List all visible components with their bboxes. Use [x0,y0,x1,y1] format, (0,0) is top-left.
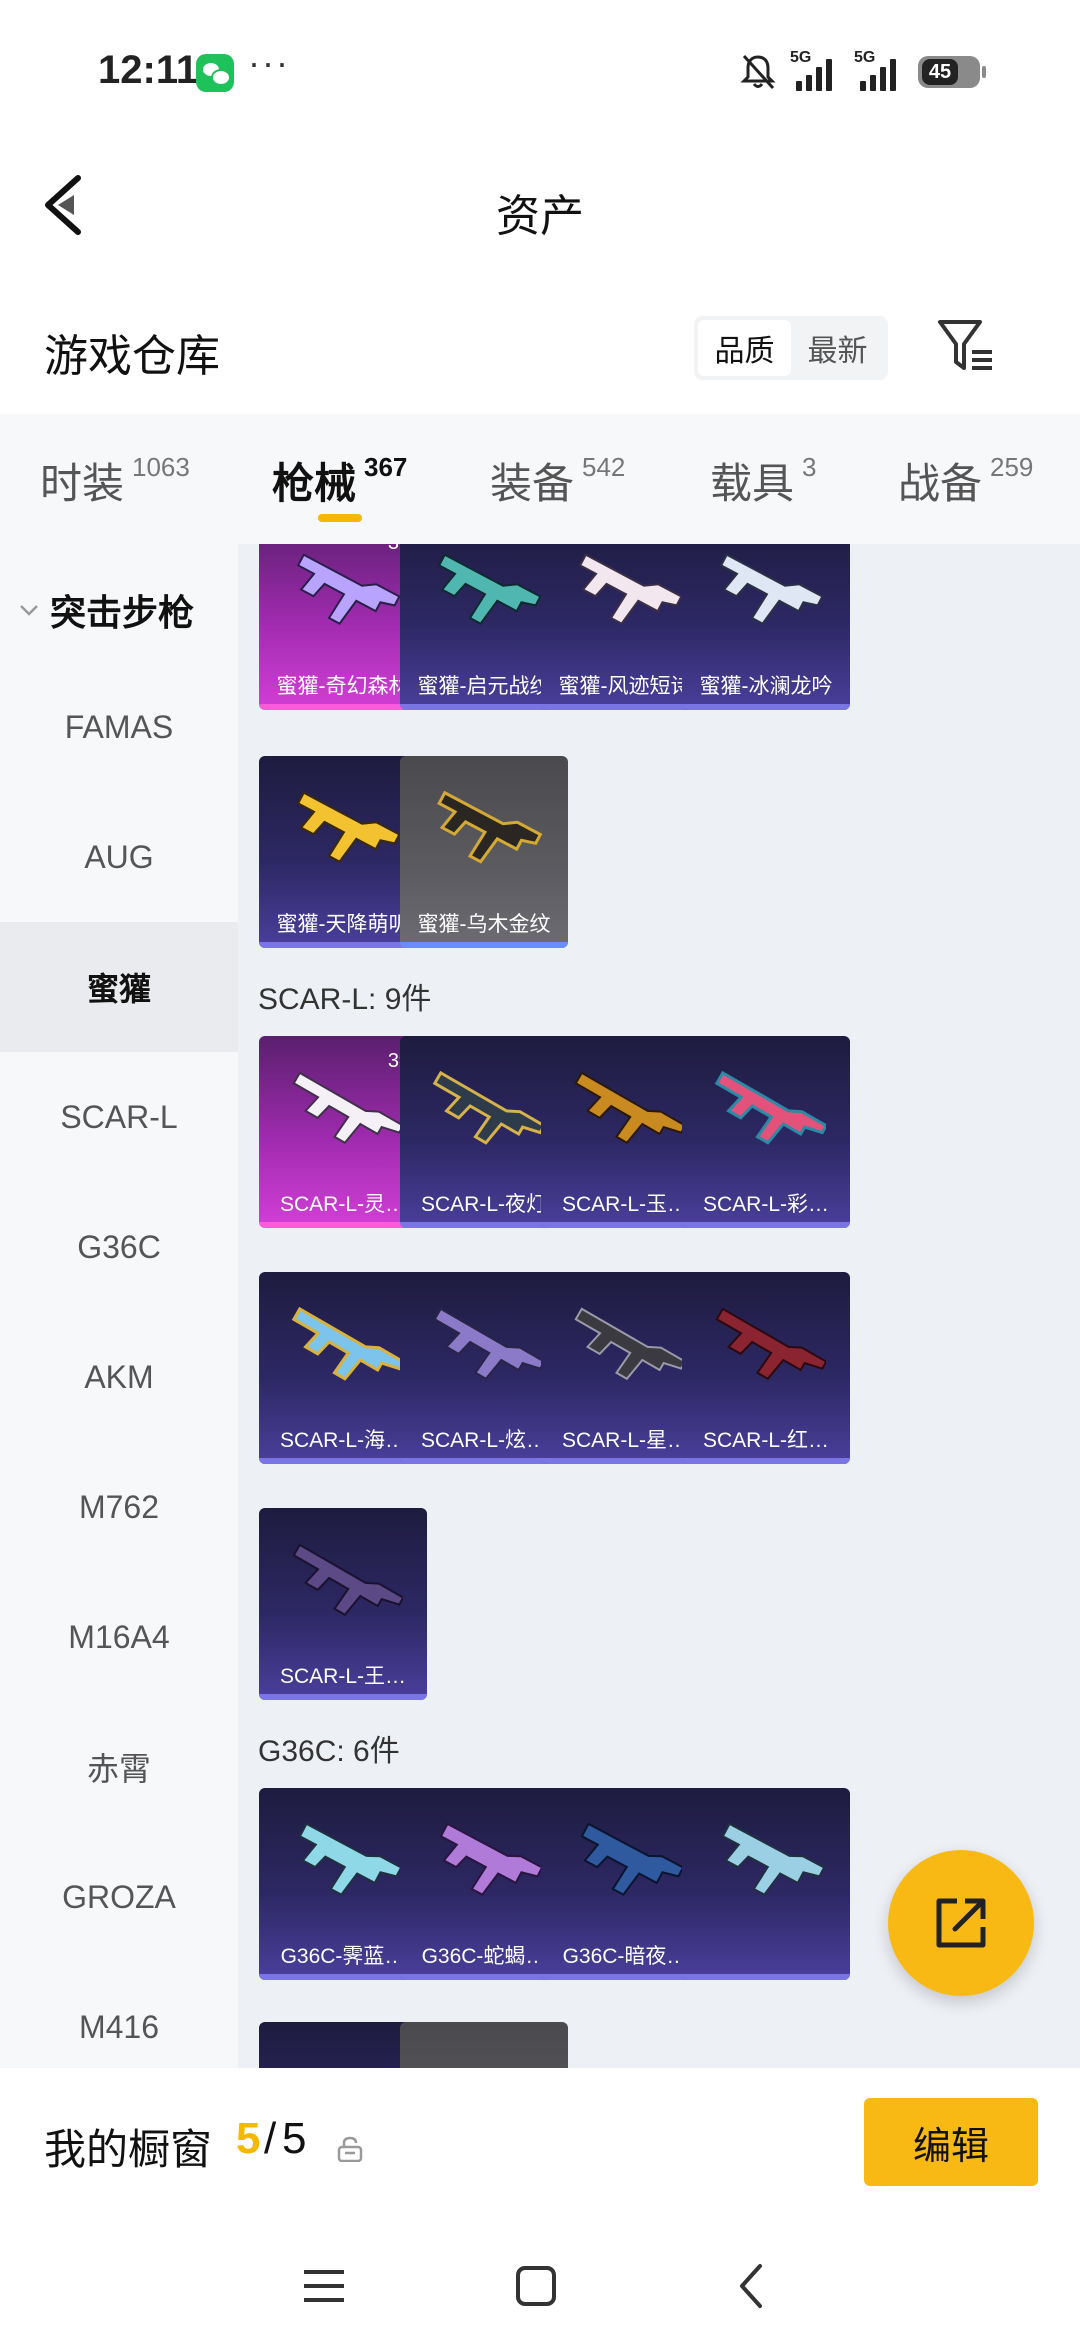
sidebar-item-akm[interactable]: AKM [0,1312,238,1442]
sort-quality-button[interactable]: 品质 [698,320,791,376]
sidebar-item-groza[interactable]: GROZA [0,1832,238,1962]
showcase-label: 我的橱窗 [44,2126,213,2173]
weapon-skin-image [721,1822,826,1896]
sidebar-item-m416[interactable]: M416 [0,1962,238,2068]
sidebar-item-honey-badger[interactable]: 蜜獾 [0,922,238,1052]
tab-vehicles[interactable]: 载具 3 [710,450,816,511]
weapon-skin-image [437,553,542,625]
menu-icon[interactable] [296,2258,352,2314]
mute-bell-icon [740,54,776,90]
tab-fashion[interactable]: 时装 1063 [40,450,190,511]
weapon-skin-image [296,791,401,863]
weapon-skin-image [439,1822,544,1896]
weapon-skin-image [574,1307,685,1381]
skin-card[interactable]: SCAR-L-彩… [682,1036,850,1228]
showcase-count: 5 [236,2114,261,2163]
battery-level: 45 [922,59,958,85]
system-nav-bar [0,2218,1080,2347]
status-icons: 5G 5G 45 [740,49,986,94]
signal-5g-icon-2: 5G [854,49,904,91]
category-tabs: 时装 1063 枪械 367 装备 542 载具 3 战备 259 [0,414,1080,544]
weapon-sidebar: 突击步枪 FAMAS AUG 蜜獾 SCAR-L G36C AKM M762 M… [0,544,238,2068]
tab-firearms[interactable]: 枪械 367 [272,450,407,511]
battery-icon: 45 [918,56,986,88]
share-button[interactable] [888,1850,1034,1996]
sidebar-item-aug[interactable]: AUG [0,792,238,922]
weapon-skin-image [714,1070,826,1145]
wechat-notification-icon [196,54,234,92]
section-title-g36c: G36C: 6件 [258,1735,400,1768]
sort-toggle: 品质 最新 [694,316,888,380]
warehouse-bar: 游戏仓库 品质 最新 [0,300,1080,410]
signal-5g-icon-1: 5G [790,49,840,91]
sidebar-item-scar-l[interactable]: SCAR-L [0,1052,238,1182]
sidebar-item-chixiao[interactable]: 赤霄 [0,1702,238,1832]
weapon-skin-image [580,1822,685,1896]
showcase-total: 5 [282,2114,307,2163]
weapon-skin-image [574,1071,685,1145]
weapon-skin-image [437,790,543,864]
sidebar-item-m762[interactable]: M762 [0,1442,238,1572]
skin-card[interactable]: 蜜獾-乌木金纹 [400,756,568,948]
edit-button[interactable]: 编辑 [864,2098,1038,2186]
back-nav-icon[interactable] [724,2258,780,2314]
weapon-skin-image [433,1307,544,1381]
weapon-skin-image [292,1071,403,1145]
app-header: 资产 [0,140,1080,270]
chevron-down-icon [20,605,38,616]
lock-icon [337,2136,363,2162]
sidebar-item-m16a4[interactable]: M16A4 [0,1572,238,1702]
sort-latest-button[interactable]: 最新 [791,320,884,376]
warehouse-title: 游戏仓库 [44,332,220,381]
more-notifications-icon: ··· [248,42,290,83]
page-title: 资产 [496,192,584,241]
section-title-scar-l: SCAR-L: 9件 [258,983,432,1016]
weapon-skin-image [298,1822,403,1896]
skin-card[interactable] [400,2022,568,2068]
weapon-skin-image [719,553,824,625]
tab-active-indicator [318,514,362,522]
home-icon[interactable] [508,2258,564,2314]
weapon-skin-image [715,1307,826,1381]
weapon-skin-image [292,1543,403,1617]
filter-icon[interactable] [936,314,996,380]
share-icon [936,1898,986,1948]
showcase-bar: 我的橱窗 5 / 5 编辑 [0,2068,1080,2218]
status-time: 12:11 [98,48,199,92]
sidebar-category-assault-rifles[interactable]: 突击步枪 [18,584,194,636]
sidebar-item-g36c[interactable]: G36C [0,1182,238,1312]
skin-card[interactable] [682,1788,850,1980]
skin-card[interactable]: SCAR-L-红… [682,1272,850,1464]
weapon-skin-image [296,553,401,625]
weapon-skin-grid: 3级 蜜獾-奇幻森林 蜜獾-启元战纹 蜜獾-风迹短诗 蜜獾-冰澜龙吟 蜜獾-天降… [238,544,1080,2068]
weapon-skin-image [291,1306,403,1381]
skin-card[interactable]: 蜜獾-冰澜龙吟 [682,544,850,710]
showcase-separator: / [264,2114,277,2163]
tab-equipment[interactable]: 装备 542 [490,450,625,511]
sidebar-item-famas[interactable]: FAMAS [0,662,238,792]
weapon-skin-image [578,553,683,625]
tab-supplies[interactable]: 战备 259 [898,450,1033,511]
skin-card[interactable]: SCAR-L-王… [259,1508,427,1700]
status-bar: 12:11 ··· 5G 5G 45 [0,0,1080,140]
weapon-skin-image [432,1070,544,1145]
